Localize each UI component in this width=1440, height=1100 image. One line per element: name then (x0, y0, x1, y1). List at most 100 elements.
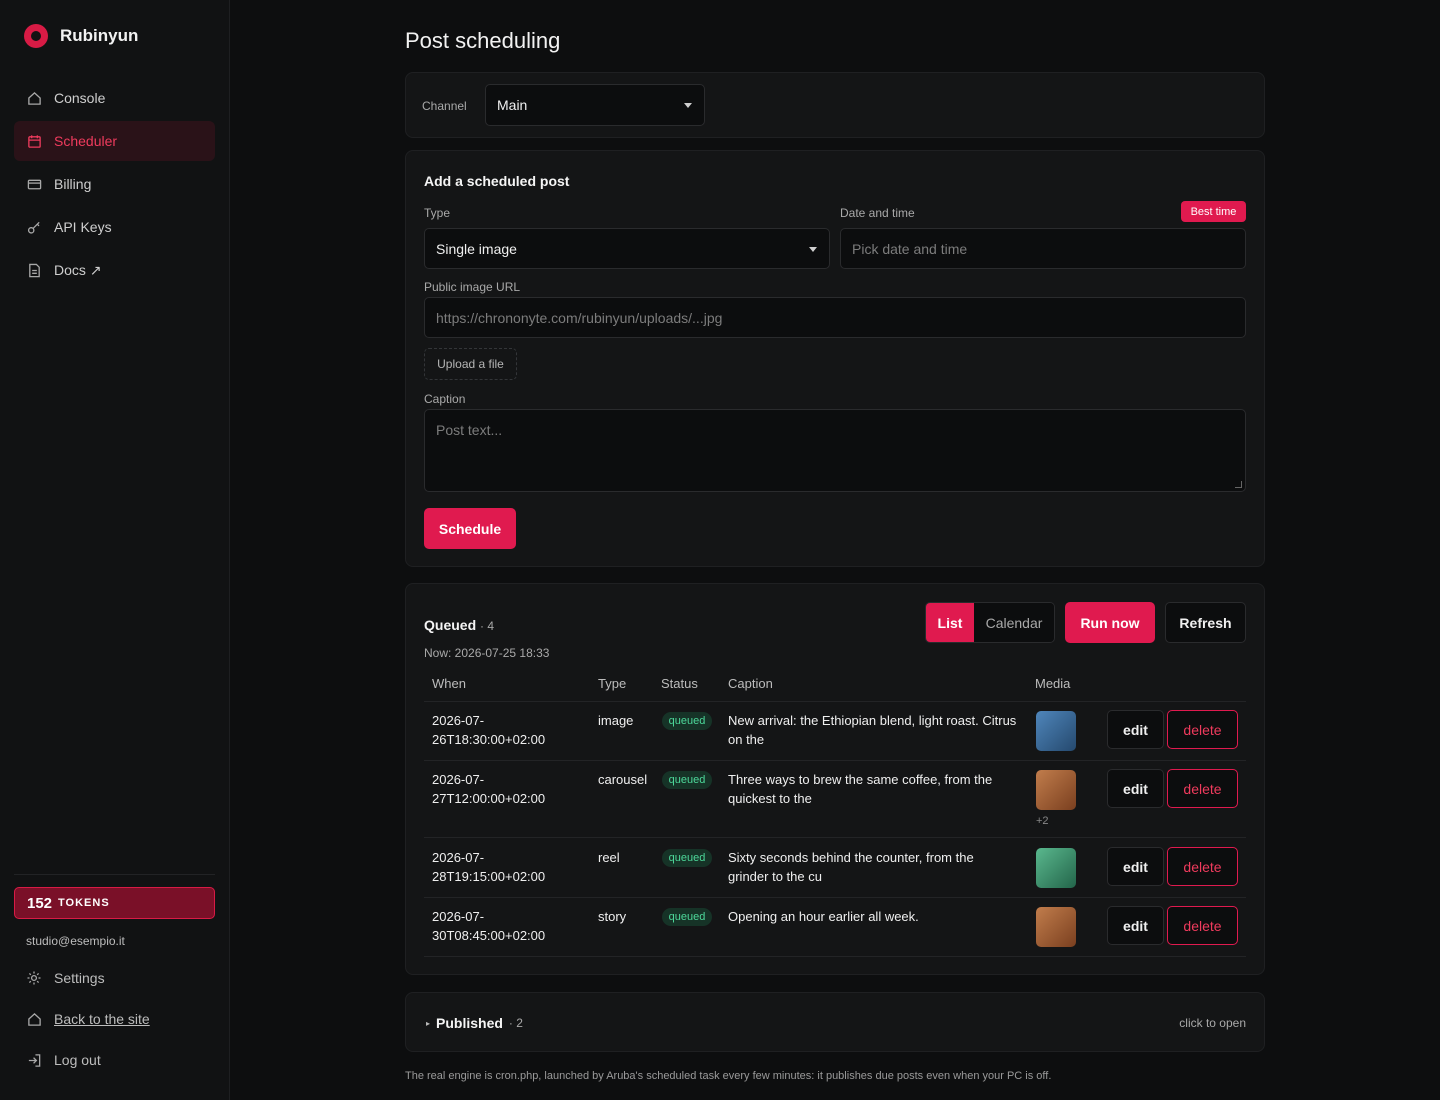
edit-button[interactable]: edit (1107, 847, 1164, 886)
settings-link[interactable]: Settings (26, 970, 105, 986)
tokens-badge[interactable]: 152 TOKENS (14, 887, 215, 919)
calendar-icon (26, 133, 42, 149)
queued-title-text: Queued (424, 617, 477, 633)
published-count: · 2 (508, 1016, 523, 1030)
edit-button[interactable]: edit (1107, 710, 1164, 749)
queued-title: Queued · 4 (424, 617, 494, 633)
channel-label: Channel (422, 99, 467, 113)
type-label: Type (424, 206, 451, 220)
media-thumbnail[interactable] (1036, 770, 1076, 810)
delete-button[interactable]: delete (1167, 906, 1238, 945)
brand[interactable]: Rubinyun (24, 24, 138, 48)
doc-icon (26, 262, 42, 278)
view-list-button[interactable]: List (926, 603, 974, 642)
edit-button[interactable]: edit (1107, 906, 1164, 945)
card-icon (26, 176, 42, 192)
back-to-site-label: Back to the site (54, 1011, 150, 1027)
url-label: Public image URL (424, 280, 521, 294)
status-badge: queued (662, 908, 712, 926)
status-badge: queued (662, 849, 712, 867)
run-now-button[interactable]: Run now (1065, 602, 1155, 643)
type-select[interactable]: Single image (424, 228, 830, 269)
row-type: story (598, 909, 627, 924)
sidebar-item-docs[interactable]: Docs ↗ (14, 250, 215, 290)
sidebar-item-console[interactable]: Console (14, 78, 215, 118)
media-thumbnail[interactable] (1036, 907, 1076, 947)
published-summary[interactable]: ▸ Published · 2 (426, 1015, 523, 1031)
col-type[interactable]: Type (598, 676, 626, 691)
page-title: Post scheduling (405, 28, 561, 53)
sidebar-item-label: API Keys (54, 219, 112, 235)
footer-note: The real engine is cron.php, launched by… (405, 1070, 1052, 1082)
sidebar-nav: Console Scheduler Billing API Keys Docs … (14, 78, 215, 293)
settings-label: Settings (54, 970, 105, 986)
image-url-input[interactable]: https://chrononyte.com/rubinyun/uploads/… (424, 297, 1246, 338)
user-email: studio@esempio.it (26, 934, 125, 948)
logout-label: Log out (54, 1052, 101, 1068)
channel-select[interactable]: Main (485, 84, 705, 126)
refresh-button[interactable]: Refresh (1165, 602, 1246, 643)
brand-logo-icon (24, 24, 48, 48)
edit-button[interactable]: edit (1107, 769, 1164, 808)
brand-name: Rubinyun (60, 26, 139, 45)
row-type: image (598, 713, 634, 728)
expand-triangle-icon: ▸ (426, 1018, 431, 1028)
key-icon (26, 219, 42, 235)
sidebar-item-label: Billing (54, 176, 92, 192)
sidebar: Rubinyun Console Scheduler Billing API K… (0, 0, 230, 1100)
row-when: 2026-07- 27T12:00:00+02:00 (432, 772, 546, 806)
sidebar-item-billing[interactable]: Billing (14, 164, 215, 204)
delete-button[interactable]: delete (1167, 710, 1238, 749)
col-media[interactable]: Media (1035, 676, 1070, 691)
row-when: 2026-07- 26T18:30:00+02:00 (432, 713, 546, 747)
col-status[interactable]: Status (661, 676, 698, 691)
status-badge: queued (662, 712, 712, 730)
add-post-card: Add a scheduled post Type Single image D… (405, 150, 1265, 567)
home-icon (26, 90, 42, 106)
view-toggle: List Calendar (925, 602, 1055, 643)
table-divider (424, 956, 1246, 957)
sidebar-item-api-keys[interactable]: API Keys (14, 207, 215, 247)
schedule-button[interactable]: Schedule (424, 508, 516, 549)
tokens-label: TOKENS (58, 897, 110, 909)
row-caption: Three ways to brew the same coffee, from… (728, 772, 993, 806)
sidebar-item-scheduler[interactable]: Scheduler (14, 121, 215, 161)
channel-value: Main (497, 97, 528, 113)
type-value: Single image (436, 240, 517, 257)
add-post-title: Add a scheduled post (424, 173, 570, 189)
channel-card: Channel Main (405, 72, 1265, 138)
queued-count: · 4 (480, 619, 495, 633)
resize-handle-icon[interactable] (1235, 481, 1242, 488)
back-to-site-link[interactable]: Back to the site (26, 1011, 150, 1027)
best-time-button[interactable]: Best time (1181, 201, 1246, 222)
datetime-input[interactable]: Pick date and time (840, 228, 1246, 269)
view-calendar-button[interactable]: Calendar (974, 603, 1054, 642)
status-badge: queued (662, 771, 712, 789)
upload-file-button[interactable]: Upload a file (424, 348, 517, 380)
gear-icon (26, 970, 42, 986)
chevron-down-icon (684, 103, 692, 108)
delete-button[interactable]: delete (1167, 769, 1238, 808)
row-caption: Sixty seconds behind the counter, from t… (728, 850, 974, 884)
sidebar-item-label: Docs ↗ (54, 261, 102, 278)
logout-link[interactable]: Log out (26, 1052, 101, 1068)
media-thumbnail[interactable] (1036, 711, 1076, 751)
tokens-count: 152 (27, 894, 53, 912)
row-when: 2026-07- 30T08:45:00+02:00 (432, 909, 546, 943)
table-divider (424, 897, 1246, 898)
published-card[interactable]: ▸ Published · 2 click to open (405, 992, 1265, 1052)
row-caption: Opening an hour earlier all week. (728, 909, 919, 924)
delete-button[interactable]: delete (1167, 847, 1238, 886)
col-caption[interactable]: Caption (728, 676, 773, 691)
caption-textarea[interactable]: Post text... (424, 409, 1246, 492)
chevron-down-icon (809, 246, 817, 252)
logout-icon (26, 1052, 42, 1068)
table-divider (424, 760, 1246, 761)
media-thumbnail[interactable] (1036, 848, 1076, 888)
row-caption: New arrival: the Ethiopian blend, light … (728, 713, 1017, 747)
col-when[interactable]: When (432, 676, 466, 691)
sidebar-divider (14, 874, 215, 875)
published-title: Published (436, 1015, 503, 1031)
published-hint: click to open (1179, 1016, 1246, 1030)
row-type: carousel (598, 772, 648, 787)
